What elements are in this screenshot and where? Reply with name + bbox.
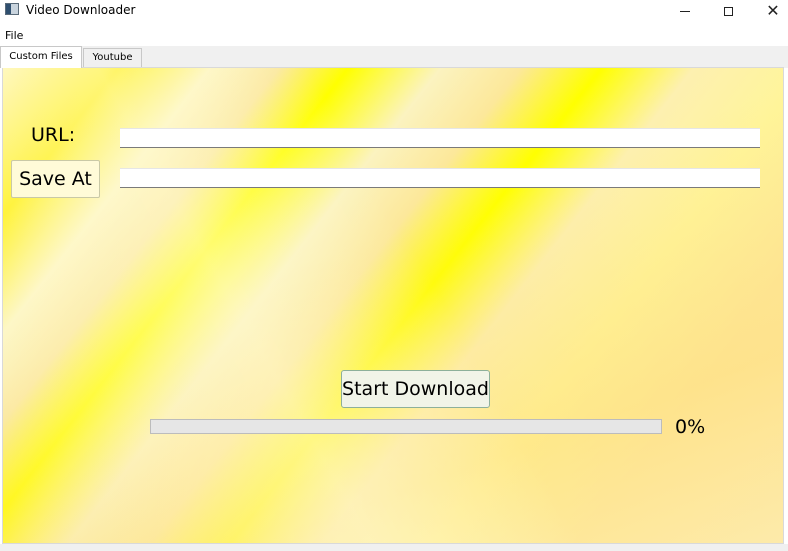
download-progress-bar bbox=[150, 419, 662, 434]
close-button[interactable]: ✕ bbox=[750, 0, 788, 22]
window-title: Video Downloader bbox=[26, 3, 136, 17]
maximize-icon bbox=[723, 6, 733, 16]
save-path-input[interactable] bbox=[120, 168, 760, 188]
menu-item-file[interactable]: File bbox=[5, 28, 23, 44]
app-window-icon bbox=[5, 3, 19, 15]
start-download-button[interactable]: Start Download bbox=[341, 370, 490, 408]
progress-percent-label: 0% bbox=[675, 416, 706, 438]
tab-youtube[interactable]: Youtube bbox=[83, 48, 142, 67]
maximize-button[interactable] bbox=[705, 0, 751, 22]
status-strip bbox=[0, 544, 788, 551]
url-label: URL: bbox=[31, 124, 76, 146]
minimize-icon bbox=[680, 10, 690, 12]
main-window: Video Downloader ✕ File Custom Files You… bbox=[0, 0, 788, 551]
close-icon: ✕ bbox=[766, 1, 780, 20]
minimize-button[interactable] bbox=[662, 0, 708, 22]
title-bar[interactable]: Video Downloader ✕ bbox=[0, 0, 788, 22]
tab-strip: Custom Files Youtube bbox=[0, 46, 788, 68]
menu-bar: File bbox=[0, 26, 788, 46]
save-at-button[interactable]: Save At bbox=[11, 160, 100, 198]
custom-files-panel: URL: Save At Start Download 0% bbox=[2, 67, 784, 544]
url-input[interactable] bbox=[120, 128, 760, 148]
tab-custom-files[interactable]: Custom Files bbox=[0, 46, 82, 68]
